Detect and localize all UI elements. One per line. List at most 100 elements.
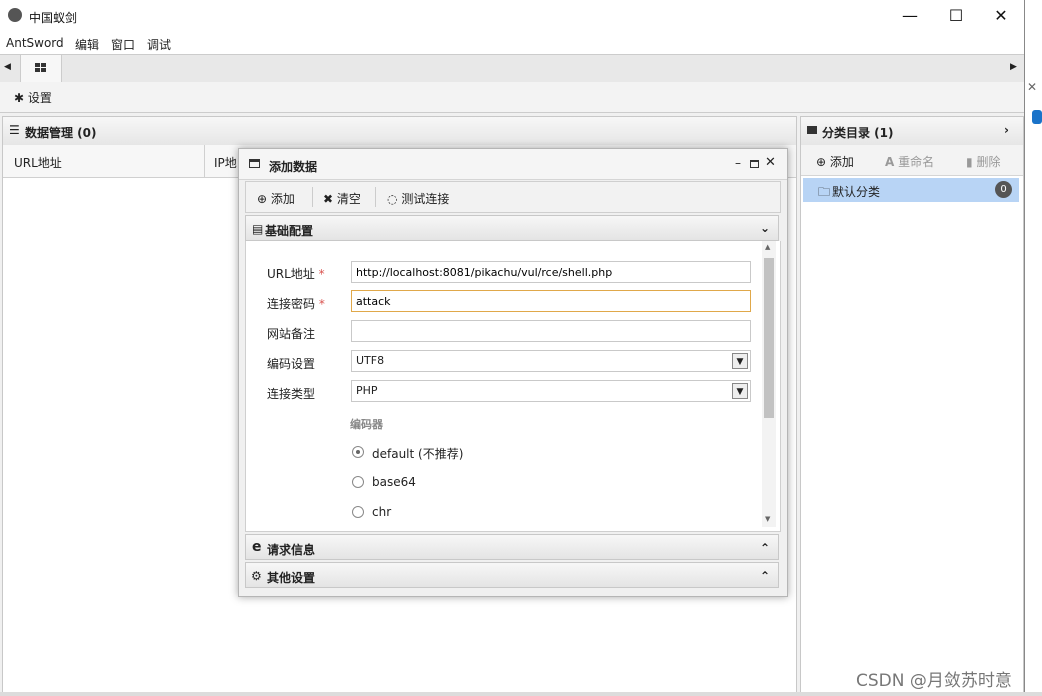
window-title: 中国蚁剑	[29, 11, 78, 25]
encoder-option-chr[interactable]: chr	[351, 503, 551, 521]
dialog-test-label: 测试连接	[401, 192, 450, 206]
background-close-icon: ✕	[1027, 80, 1038, 94]
background-window-edge: ✕	[1025, 0, 1042, 696]
basic-config-title: 基础配置	[265, 224, 314, 238]
settings-label: 设置	[27, 91, 52, 105]
dialog-toolbar: ⊕ 添加 ✖ 清空 ◌ 测试连接	[245, 181, 781, 213]
trash-icon: ▮	[966, 155, 973, 169]
basic-config-header[interactable]: ▤ 基础配置 ⌄	[245, 215, 779, 241]
times-icon: ✖	[323, 192, 334, 206]
app-logo-icon	[8, 8, 22, 22]
category-panel: 分类目录 (1) › ⊕ 添加 A 重命名 ▮ 删除 🗀 默认分类 0	[800, 116, 1024, 694]
category-add-button[interactable]: ⊕ 添加	[816, 153, 854, 170]
encoding-value: UTF8	[356, 354, 385, 367]
menu-bar: AntSword 编辑 窗口 调试	[0, 32, 1024, 54]
dialog-clear-label: 清空	[336, 192, 361, 206]
radio-button[interactable]	[352, 476, 364, 488]
other-settings-header[interactable]: ⚙ 其他设置 ⌃	[245, 562, 779, 588]
category-rename-button[interactable]: A 重命名	[885, 153, 934, 170]
dialog-add-label: 添加	[270, 192, 295, 206]
chevron-up-icon: ⌃	[760, 569, 771, 583]
category-item-default[interactable]: 🗀 默认分类 0	[803, 178, 1019, 202]
type-select[interactable]: PHP ▼	[351, 380, 751, 402]
dialog-title: 添加数据	[269, 160, 318, 174]
radio-button[interactable]	[352, 506, 364, 518]
settings-button[interactable]: ✱ 设置	[14, 89, 52, 106]
dialog-close-icon[interactable]: ✕	[765, 155, 776, 170]
chevron-right-icon[interactable]: ›	[1004, 123, 1009, 137]
ie-icon: e	[252, 539, 262, 555]
password-input[interactable]	[351, 290, 751, 312]
category-count-badge: 0	[995, 181, 1012, 198]
password-label: 连接密码 *	[267, 297, 325, 311]
encoder-option-label: chr	[372, 505, 392, 519]
font-icon: A	[885, 155, 895, 169]
column-url[interactable]: URL地址	[14, 154, 62, 171]
scroll-down-icon[interactable]: ▼	[765, 515, 770, 523]
scrollbar[interactable]: ▲ ▼	[762, 241, 776, 527]
gear-icon: ✱	[14, 91, 25, 105]
grid-icon	[35, 63, 46, 72]
note-input[interactable]	[351, 320, 751, 342]
dialog-clear-button[interactable]: ✖ 清空	[323, 190, 361, 207]
dialog-minimize-icon[interactable]: –	[735, 156, 741, 170]
data-panel-title: 数据管理 (0)	[25, 126, 97, 140]
encoder-option-base64[interactable]: base64	[351, 473, 551, 491]
request-info-title: 请求信息	[267, 543, 316, 557]
plus-circle-icon: ⊕	[816, 155, 827, 169]
scroll-up-icon[interactable]: ▲	[765, 243, 770, 251]
category-delete-label: 删除	[976, 155, 1001, 169]
file-icon: ▤	[252, 222, 264, 236]
type-label: 连接类型	[267, 387, 316, 401]
basic-config-body: URL地址 * 连接密码 * 网站备注 编码设置 UTF8 ▼ 连接类型 PHP…	[245, 241, 781, 532]
dialog-add-button[interactable]: ⊕ 添加	[257, 190, 295, 207]
dialog-test-button[interactable]: ◌ 测试连接	[387, 190, 449, 207]
tab-scroll-right-icon[interactable]: ▶	[1010, 62, 1017, 72]
minimize-button[interactable]: —	[887, 0, 933, 32]
toolbar-divider	[312, 187, 313, 207]
taskbar-strip	[0, 692, 1042, 696]
tab-home[interactable]	[20, 55, 62, 82]
category-add-label: 添加	[829, 155, 854, 169]
title-bar: 中国蚁剑 — ☐ ✕	[0, 0, 1024, 32]
scrollbar-thumb[interactable]	[764, 258, 774, 418]
request-info-header[interactable]: e 请求信息 ⌃	[245, 534, 779, 560]
radio-button[interactable]	[352, 446, 364, 458]
chevron-up-icon: ⌃	[760, 541, 771, 555]
column-ip[interactable]: IP地	[214, 154, 237, 171]
encoder-option-label: default (不推荐)	[372, 447, 464, 461]
encoder-option-label: base64	[372, 475, 416, 489]
plus-circle-icon: ⊕	[257, 192, 268, 206]
cogs-icon: ⚙	[251, 569, 262, 583]
menu-edit[interactable]: 编辑	[75, 36, 99, 53]
add-data-dialog: 添加数据 – ✕ ⊕ 添加 ✖ 清空 ◌ 测试连接 ▤ 基础配置 ⌄ URL地址…	[238, 148, 788, 597]
chevron-down-icon: ⌄	[760, 221, 771, 235]
category-item-label: 默认分类	[832, 185, 881, 199]
menu-antsword[interactable]: AntSword	[6, 36, 64, 50]
chevron-down-icon: ▼	[732, 383, 748, 399]
category-delete-button[interactable]: ▮ 删除	[966, 153, 1000, 170]
encoder-label: 编码器	[350, 418, 383, 431]
menu-window[interactable]: 窗口	[111, 36, 135, 53]
window-icon	[249, 159, 260, 168]
dialog-maximize-icon[interactable]	[750, 160, 759, 168]
encoding-label: 编码设置	[267, 357, 316, 371]
url-label: URL地址 *	[267, 267, 325, 281]
close-button[interactable]: ✕	[978, 0, 1024, 32]
encoder-option-default[interactable]: default (不推荐)	[351, 443, 551, 461]
menu-debug[interactable]: 调试	[147, 36, 171, 53]
category-panel-title: 分类目录 (1)	[822, 126, 894, 140]
list-icon: ☰	[9, 123, 20, 137]
tab-scroll-left-icon[interactable]: ◀	[4, 62, 11, 72]
data-panel-header: ☰ 数据管理 (0)	[2, 116, 797, 146]
maximize-button[interactable]: ☐	[933, 0, 979, 32]
encoding-select[interactable]: UTF8 ▼	[351, 350, 751, 372]
spinner-icon: ◌	[387, 192, 398, 206]
folder-outline-icon: 🗀	[818, 185, 831, 199]
tab-bar: ◀ ▶	[0, 54, 1024, 84]
category-toolbar: ⊕ 添加 A 重命名 ▮ 删除	[801, 145, 1023, 176]
category-panel-header: 分类目录 (1) ›	[800, 116, 1024, 146]
chevron-down-icon: ▼	[732, 353, 748, 369]
dialog-title-bar[interactable]: 添加数据 – ✕	[239, 149, 787, 180]
url-input[interactable]	[351, 261, 751, 283]
